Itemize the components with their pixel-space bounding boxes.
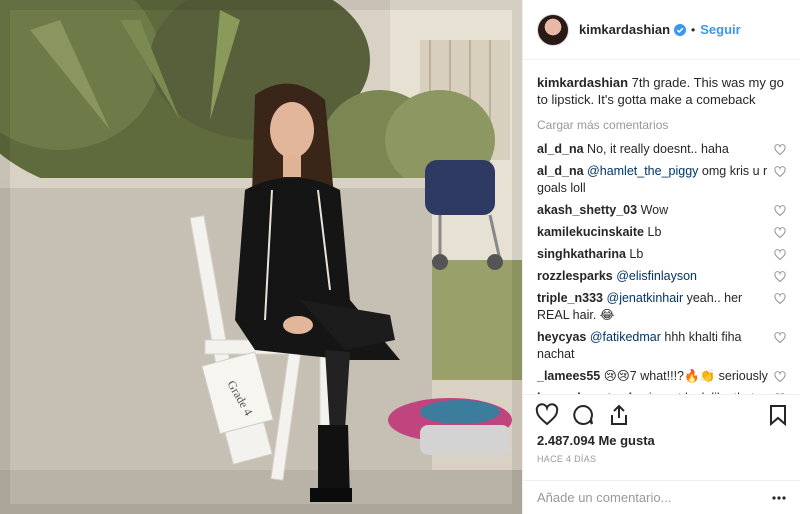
- comment-text: al_d_na No, it really doesnt.. haha: [537, 141, 774, 158]
- comment-username[interactable]: rozzlesparks: [537, 269, 613, 283]
- comment-mention-link[interactable]: @hamlet_the_piggy: [587, 164, 698, 178]
- comment-body: 😢😢7 what!!!?🔥👏 seriously: [603, 369, 768, 383]
- comment-body: Wow: [640, 203, 669, 217]
- comment-like-heart-icon[interactable]: [774, 227, 786, 239]
- comment-body: Lb: [647, 225, 662, 239]
- comment-row: kamilekucinskaite Lb: [537, 224, 786, 241]
- comments-list[interactable]: kimkardashian 7th grade. This was my go …: [523, 60, 800, 394]
- post-photo[interactable]: Grade 4: [0, 0, 522, 514]
- verified-badge-icon: [674, 23, 687, 36]
- comment-row: al_d_na @hamlet_the_piggy omg kris u r g…: [537, 163, 786, 197]
- comment-username[interactable]: al_d_na: [537, 164, 584, 178]
- avatar[interactable]: [537, 13, 569, 46]
- comment-body: No, it really doesnt.. haha: [587, 142, 729, 156]
- comment-text: _lamees55 😢😢7 what!!!?🔥👏 seriously: [537, 368, 774, 385]
- comment-username[interactable]: al_d_na: [537, 142, 584, 156]
- comment-body: Lb: [629, 247, 644, 261]
- post-header: kimkardashian • Seguir: [523, 0, 800, 60]
- follow-button[interactable]: Seguir: [700, 22, 740, 37]
- caption-username[interactable]: kimkardashian: [537, 75, 628, 90]
- comment-username[interactable]: akash_shetty_03: [537, 203, 637, 217]
- comment-username[interactable]: heycyas: [537, 330, 586, 344]
- comment-row: _lamees55 😢😢7 what!!!?🔥👏 seriously: [537, 368, 786, 385]
- comment-like-heart-icon[interactable]: [774, 332, 786, 344]
- comment-icon[interactable]: [571, 403, 595, 427]
- comment-username[interactable]: kamilekucinskaite: [537, 225, 644, 239]
- comment-like-heart-icon[interactable]: [774, 144, 786, 156]
- comment-row: akash_shetty_03 Wow: [537, 202, 786, 219]
- comment-row: triple_n333 @jenatkinhair yeah.. her REA…: [537, 290, 786, 324]
- post-caption: kimkardashian 7th grade. This was my go …: [537, 74, 786, 108]
- comment-text: heycyas @fatikedmar hhh khalti fiha nach…: [537, 329, 774, 363]
- bookmark-icon[interactable]: [766, 403, 790, 427]
- header-separator: •: [691, 22, 696, 37]
- load-more-comments-button[interactable]: Cargar más comentarios: [537, 118, 786, 132]
- comment-mention-link[interactable]: @jenatkinhair: [607, 291, 684, 305]
- post-footer: 2.487.094 Me gusta HACE 4 DÍAS: [523, 394, 800, 514]
- comment-like-heart-icon[interactable]: [774, 371, 786, 383]
- comment-text: singhkatharina Lb: [537, 246, 774, 263]
- comment-row: singhkatharina Lb: [537, 246, 786, 263]
- post-image: Grade 4: [0, 0, 522, 514]
- comment-text: kamilekucinskaite Lb: [537, 224, 774, 241]
- post-time: HACE 4 DÍAS: [537, 454, 597, 464]
- comment-row: heycyas @fatikedmar hhh khalti fiha nach…: [537, 329, 786, 363]
- comment-text: rozzlesparks @elisfinlayson: [537, 268, 774, 285]
- likes-count[interactable]: 2.487.094 Me gusta: [523, 429, 800, 448]
- comment-like-heart-icon[interactable]: [774, 249, 786, 261]
- comment-like-heart-icon[interactable]: [774, 205, 786, 217]
- comment-input[interactable]: [537, 490, 772, 505]
- add-comment-bar: [523, 480, 800, 514]
- more-options-icon[interactable]: [772, 495, 786, 500]
- action-bar: [523, 395, 800, 429]
- comment-row: rozzlesparks @elisfinlayson: [537, 268, 786, 285]
- comment-text: akash_shetty_03 Wow: [537, 202, 774, 219]
- comment-username[interactable]: _lamees55: [537, 369, 600, 383]
- comment-like-heart-icon[interactable]: [774, 166, 786, 178]
- comment-like-heart-icon[interactable]: [774, 293, 786, 305]
- comment-text: al_d_na @hamlet_the_piggy omg kris u r g…: [537, 163, 774, 197]
- header-username[interactable]: kimkardashian: [579, 22, 670, 37]
- comment-username[interactable]: triple_n333: [537, 291, 603, 305]
- comment-username[interactable]: singhkatharina: [537, 247, 626, 261]
- comment-row: al_d_na No, it really doesnt.. haha: [537, 141, 786, 158]
- share-icon[interactable]: [607, 403, 631, 427]
- comment-mention-link[interactable]: @fatikedmar: [590, 330, 661, 344]
- heart-icon[interactable]: [535, 403, 559, 427]
- comment-text: triple_n333 @jenatkinhair yeah.. her REA…: [537, 290, 774, 324]
- post-side-panel: kimkardashian • Seguir kimkardashian 7th…: [522, 0, 800, 514]
- comment-mention-link[interactable]: @elisfinlayson: [616, 269, 697, 283]
- comment-like-heart-icon[interactable]: [774, 271, 786, 283]
